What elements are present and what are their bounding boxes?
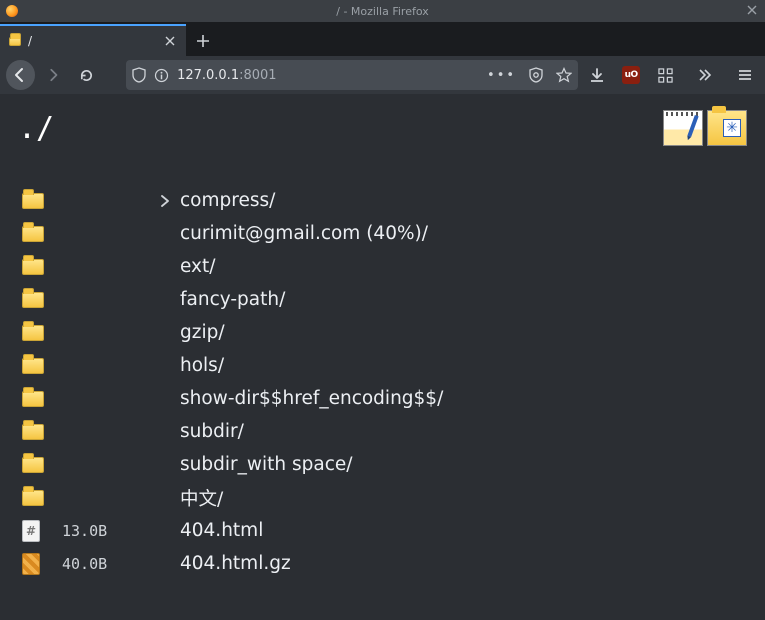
chevron-right-icon xyxy=(159,195,171,207)
tab-close-button[interactable] xyxy=(162,33,178,49)
entry-link[interactable]: subdir/ xyxy=(180,421,244,442)
html-file-icon: # xyxy=(22,520,40,542)
page-title: ./ xyxy=(18,111,54,146)
directory-listing: compress/curimit@gmail.com (40%)/ ext/fan… xyxy=(18,184,747,580)
forward-button[interactable] xyxy=(39,60,68,90)
url-port: :8001 xyxy=(239,68,276,83)
folder-icon xyxy=(22,358,44,374)
site-info-icon[interactable] xyxy=(154,68,169,83)
list-item: gzip/ xyxy=(18,316,747,349)
new-tab-button[interactable] xyxy=(188,26,218,56)
shield-icon[interactable] xyxy=(132,67,146,83)
new-folder-button[interactable]: ✳ xyxy=(707,110,747,146)
tab-active[interactable]: / xyxy=(0,24,186,56)
folder-icon xyxy=(22,325,44,341)
window-title: / - Mozilla Firefox xyxy=(336,5,428,18)
downloads-button[interactable] xyxy=(582,60,612,90)
entry-link[interactable]: show-dir$$href_encoding$$/ xyxy=(180,388,443,409)
entry-link[interactable]: 404.html xyxy=(180,520,263,541)
os-titlebar: / - Mozilla Firefox xyxy=(0,0,765,22)
window-close-button[interactable] xyxy=(745,3,759,17)
folder-favicon-icon xyxy=(8,34,22,48)
entry-link[interactable]: 404.html.gz xyxy=(180,553,291,574)
list-item: hols/ xyxy=(18,349,747,382)
entry-link[interactable]: hols/ xyxy=(180,355,224,376)
back-button[interactable] xyxy=(6,60,35,90)
url-bar[interactable]: 127.0.0.1:8001 ••• xyxy=(126,60,578,90)
expand-toggle[interactable] xyxy=(150,195,180,207)
folder-icon xyxy=(22,292,44,308)
folder-icon xyxy=(22,193,44,209)
firefox-badge-icon xyxy=(6,5,18,17)
list-item: #13.0B 404.html xyxy=(18,514,747,547)
list-item: 中文/ xyxy=(18,481,747,514)
tab-label: / xyxy=(28,34,162,48)
entry-link[interactable]: curimit@gmail.com (40%)/ xyxy=(180,223,428,244)
reader-protection-icon[interactable] xyxy=(528,67,544,83)
folder-icon xyxy=(22,391,44,407)
page-actions-icon[interactable]: ••• xyxy=(487,68,516,83)
folder-icon xyxy=(22,226,44,242)
list-item: show-dir$$href_encoding$$/ xyxy=(18,382,747,415)
entry-link[interactable]: subdir_with space/ xyxy=(180,454,352,475)
entry-link[interactable]: fancy-path/ xyxy=(180,289,285,310)
list-item: 40.0B 404.html.gz xyxy=(18,547,747,580)
url-host: 127.0.0.1 xyxy=(177,68,239,83)
entry-link[interactable]: gzip/ xyxy=(180,322,225,343)
list-item: fancy-path/ xyxy=(18,283,747,316)
list-item: curimit@gmail.com (40%)/ xyxy=(18,217,747,250)
url-text[interactable]: 127.0.0.1:8001 xyxy=(177,68,479,83)
list-item: subdir_with space/ xyxy=(18,448,747,481)
bookmark-star-icon[interactable] xyxy=(556,67,572,83)
hamburger-menu-button[interactable] xyxy=(730,60,759,90)
list-item: subdir/ xyxy=(18,415,747,448)
overflow-chevrons-icon[interactable] xyxy=(690,60,720,90)
page-content: ./ ✳ compress/curimit@gmail.com (40%)/ ex… xyxy=(0,94,765,620)
archive-file-icon xyxy=(22,553,40,575)
file-size: 40.0B xyxy=(62,555,150,573)
file-size: 13.0B xyxy=(62,522,150,540)
folder-icon xyxy=(22,424,44,440)
entry-link[interactable]: ext/ xyxy=(180,256,216,277)
folder-icon xyxy=(22,457,44,473)
edit-notes-button[interactable] xyxy=(663,110,703,146)
tab-strip: / xyxy=(0,22,765,56)
entry-link[interactable]: 中文/ xyxy=(180,489,223,510)
apps-grid-icon[interactable] xyxy=(650,60,680,90)
reload-button[interactable] xyxy=(72,60,101,90)
list-item: ext/ xyxy=(18,250,747,283)
list-item: compress/ xyxy=(18,184,747,217)
folder-icon xyxy=(22,490,44,506)
browser-toolbar: 127.0.0.1:8001 ••• uO xyxy=(0,56,765,94)
ublock-icon[interactable]: uO xyxy=(622,66,640,84)
entry-link[interactable]: compress/ xyxy=(180,190,275,211)
folder-icon xyxy=(22,259,44,275)
